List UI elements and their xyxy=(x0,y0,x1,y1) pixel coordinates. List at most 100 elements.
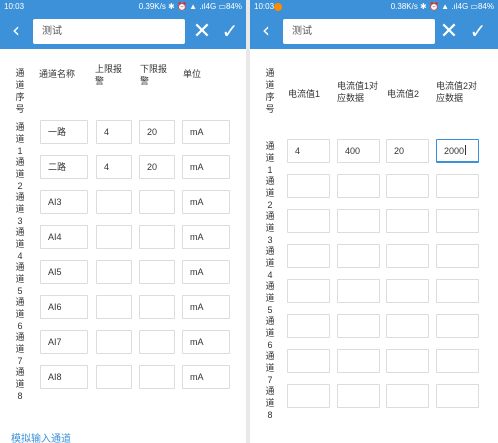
channel-label: 通道7 xyxy=(265,351,275,385)
current1-field[interactable] xyxy=(287,279,330,303)
upper-alarm-field[interactable] xyxy=(96,295,132,319)
channel-name-field[interactable]: 一路 xyxy=(40,120,88,144)
channel-name-field[interactable]: AI6 xyxy=(40,295,88,319)
channel-name-field[interactable]: AI7 xyxy=(40,330,88,354)
current1-field[interactable] xyxy=(287,349,330,373)
current2-field[interactable] xyxy=(386,349,429,373)
current1-field[interactable] xyxy=(287,174,330,198)
unit-field[interactable]: mA xyxy=(182,365,230,389)
header-current2-data: 电流值2对应数据 xyxy=(436,81,478,103)
current1-field[interactable] xyxy=(287,314,330,338)
current2-data-field[interactable] xyxy=(436,349,479,373)
current1-field[interactable] xyxy=(287,209,330,233)
text-caret xyxy=(465,145,467,155)
lower-alarm-field[interactable] xyxy=(139,295,175,319)
close-button[interactable]: ✕ xyxy=(190,18,214,45)
status-time: 10:03 xyxy=(4,2,25,11)
current2-field[interactable]: 20 xyxy=(386,139,429,163)
unit-field[interactable]: mA xyxy=(182,295,230,319)
channel-label: 通道6 xyxy=(265,316,275,350)
current2-field[interactable] xyxy=(386,244,429,268)
channel-name-field[interactable]: AI8 xyxy=(40,365,88,389)
current2-field[interactable] xyxy=(386,174,429,198)
lower-alarm-field[interactable] xyxy=(139,330,175,354)
header-channel-name: 通道名称 xyxy=(39,69,76,79)
lower-alarm-field[interactable]: 20 xyxy=(139,120,175,144)
unit-field[interactable]: mA xyxy=(182,190,230,214)
upper-alarm-field[interactable]: 4 xyxy=(96,155,132,179)
current1-data-field[interactable] xyxy=(337,349,380,373)
upper-alarm-field[interactable] xyxy=(96,260,132,284)
title-input[interactable]: 测试 xyxy=(283,19,435,44)
title-input[interactable]: 测试 xyxy=(33,19,185,44)
back-button[interactable]: ‹ xyxy=(254,18,278,45)
upper-alarm-field[interactable]: 4 xyxy=(96,120,132,144)
current1-data-field[interactable] xyxy=(337,384,380,408)
upper-alarm-field[interactable] xyxy=(96,330,132,354)
right-screen: 10:03 0.38K/s ✱ ⏰ ▲ .ıl4G ▭84% ‹ 测试 ✕ ✓ … xyxy=(250,0,498,443)
header-channel-seq: 通道序号 xyxy=(15,68,25,114)
lower-alarm-field[interactable] xyxy=(139,260,175,284)
unit-field[interactable]: mA xyxy=(182,225,230,249)
current2-field[interactable] xyxy=(386,279,429,303)
channel-label: 通道8 xyxy=(265,386,275,420)
channel-name-field[interactable]: AI3 xyxy=(40,190,88,214)
lower-alarm-field[interactable] xyxy=(139,365,175,389)
lower-alarm-field[interactable]: 20 xyxy=(139,155,175,179)
channel-label: 通道1 xyxy=(265,141,275,175)
current2-data-field[interactable] xyxy=(436,384,479,408)
lower-alarm-field[interactable] xyxy=(139,190,175,214)
upper-alarm-field[interactable] xyxy=(96,365,132,389)
current2-data-field[interactable]: 2000 xyxy=(436,139,479,163)
unit-field[interactable]: mA xyxy=(182,330,230,354)
current1-data-field[interactable] xyxy=(337,279,380,303)
channel-name-field[interactable]: AI5 xyxy=(40,260,88,284)
channel-label: 通道5 xyxy=(15,262,25,296)
current1-data-field[interactable]: 400 xyxy=(337,139,380,163)
unit-field[interactable]: mA xyxy=(182,155,230,179)
header-unit: 单位 xyxy=(183,69,202,79)
current2-field[interactable] xyxy=(386,314,429,338)
confirm-button[interactable]: ✓ xyxy=(218,18,242,45)
analog-input-channel-link[interactable]: 模拟输入通道 xyxy=(11,430,71,443)
status-time: 10:03 xyxy=(254,2,275,11)
left-screen: 10:03 0.39K/s ✱ ⏰ ▲ .ıl4G ▭84% ‹ 测试 ✕ ✓ … xyxy=(0,0,246,443)
channel-label: 通道6 xyxy=(15,297,25,331)
close-icon: ✕ xyxy=(439,19,459,44)
channel-name-field[interactable]: AI4 xyxy=(40,225,88,249)
current2-data-field[interactable] xyxy=(436,314,479,338)
lower-alarm-field[interactable] xyxy=(139,225,175,249)
current2-field[interactable] xyxy=(386,209,429,233)
current1-data-field[interactable] xyxy=(337,174,380,198)
toolbar: ‹ 测试 ✕ ✓ xyxy=(250,14,498,49)
current1-data-field[interactable] xyxy=(337,314,380,338)
current2-field[interactable] xyxy=(386,384,429,408)
channel-label: 通道2 xyxy=(265,176,275,210)
channel-label: 通道2 xyxy=(15,157,25,191)
current2-data-field[interactable] xyxy=(436,174,479,198)
check-icon: ✓ xyxy=(469,19,487,43)
channel-label: 通道7 xyxy=(15,332,25,366)
current1-field[interactable]: 4 xyxy=(287,139,330,163)
current2-data-field[interactable] xyxy=(436,244,479,268)
status-indicators: 0.39K/s ✱ ⏰ ▲ .ıl4G ▭84% xyxy=(138,2,242,11)
close-button[interactable]: ✕ xyxy=(437,18,461,45)
upper-alarm-field[interactable] xyxy=(96,225,132,249)
upper-alarm-field[interactable] xyxy=(96,190,132,214)
unit-field[interactable]: mA xyxy=(182,260,230,284)
current2-data-field[interactable] xyxy=(436,279,479,303)
current2-data-value: 2000 xyxy=(444,146,465,156)
status-indicators: 0.38K/s ✱ ⏰ ▲ .ıl4G ▭84% xyxy=(390,2,494,11)
confirm-button[interactable]: ✓ xyxy=(466,18,490,45)
channel-name-field[interactable]: 二路 xyxy=(40,155,88,179)
header-channel-seq: 通道序号 xyxy=(265,68,275,114)
current1-field[interactable] xyxy=(287,244,330,268)
current2-data-field[interactable] xyxy=(436,209,479,233)
current1-data-field[interactable] xyxy=(337,244,380,268)
current1-field[interactable] xyxy=(287,384,330,408)
chevron-left-icon: ‹ xyxy=(12,18,20,42)
back-button[interactable]: ‹ xyxy=(4,18,28,45)
current1-data-field[interactable] xyxy=(337,209,380,233)
unit-field[interactable]: mA xyxy=(182,120,230,144)
status-bar: 10:03 0.38K/s ✱ ⏰ ▲ .ıl4G ▭84% xyxy=(250,0,498,14)
